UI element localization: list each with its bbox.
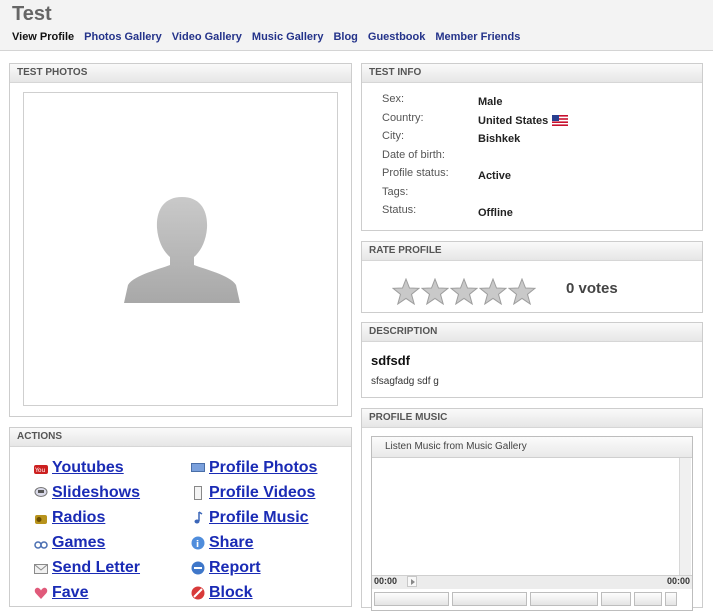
playlist-scrollbar[interactable]: [679, 458, 691, 576]
action-youtubes[interactable]: You Youtubes: [34, 455, 140, 480]
time-elapsed: 00:00: [374, 576, 398, 586]
action-profile-music[interactable]: Profile Music: [191, 505, 317, 530]
svg-text:i: i: [196, 540, 199, 550]
report-icon: [191, 561, 205, 575]
us-flag-icon: [552, 115, 569, 127]
country-value: United States: [478, 114, 549, 127]
nav-member-friends[interactable]: Member Friends: [435, 31, 520, 43]
music-panel: PROFILE MUSIC Listen Music from Music Ga…: [361, 408, 703, 611]
player-control-button[interactable]: [452, 592, 527, 606]
rate-panel: RATE PROFILE 0 votes: [361, 241, 703, 313]
time-total: 00:00: [666, 576, 690, 586]
page-title: Test: [12, 3, 52, 25]
actions-left-column: You Youtubes Slideshows Radios Games Sen…: [34, 455, 140, 605]
action-fave[interactable]: Fave: [34, 580, 140, 605]
star-icon[interactable]: [392, 278, 420, 305]
description-title: sdfsdf: [371, 353, 410, 368]
info-row-country: Country: United States: [382, 112, 569, 131]
rate-heading: RATE PROFILE: [362, 242, 702, 261]
games-icon: [34, 536, 48, 550]
photos-icon: [191, 461, 205, 475]
info-row-profile-status: Profile status: Active: [382, 167, 512, 183]
photos-heading: TEST PHOTOS: [10, 64, 351, 83]
player-progress-bar[interactable]: 00:00 00:00: [372, 575, 692, 589]
info-row-city: City: Bishkek: [382, 130, 521, 146]
avatar-placeholder-icon: [124, 197, 240, 303]
profile-nav: View Profile Photos Gallery Video Galler…: [12, 31, 530, 43]
info-row-tags: Tags:: [382, 185, 409, 198]
music-player: Listen Music from Music Gallery 00:00 00…: [371, 436, 693, 611]
play-icon[interactable]: [407, 576, 417, 587]
action-share[interactable]: i Share: [191, 530, 317, 555]
player-title: Listen Music from Music Gallery: [372, 437, 692, 458]
description-panel: DESCRIPTION sdfsdf sfsagfadg sdf g: [361, 322, 703, 398]
info-table: Sex: Male Country: United States City: B…: [382, 93, 569, 223]
info-heading: TEST INFO: [362, 64, 702, 83]
action-slideshows[interactable]: Slideshows: [34, 480, 140, 505]
actions-panel: ACTIONS You Youtubes Slideshows Radios G…: [9, 427, 352, 607]
action-profile-photos[interactable]: Profile Photos: [191, 455, 317, 480]
star-icon[interactable]: [421, 278, 449, 305]
photo-frame[interactable]: [23, 92, 338, 406]
player-control-button[interactable]: [634, 592, 662, 606]
star-icon[interactable]: [450, 278, 478, 305]
action-profile-videos[interactable]: Profile Videos: [191, 480, 317, 505]
action-block[interactable]: Block: [191, 580, 317, 605]
actions-heading: ACTIONS: [10, 428, 351, 447]
player-control-button[interactable]: [530, 592, 598, 606]
youtube-icon: You: [34, 461, 48, 475]
music-heading: PROFILE MUSIC: [362, 409, 702, 428]
votes-count: 0 votes: [566, 280, 618, 297]
info-panel: TEST INFO Sex: Male Country: United Stat…: [361, 63, 703, 231]
heart-icon: [34, 586, 48, 600]
nav-guestbook[interactable]: Guestbook: [368, 31, 425, 43]
nav-music-gallery[interactable]: Music Gallery: [252, 31, 324, 43]
slideshow-icon: [34, 486, 48, 500]
player-control-button[interactable]: [665, 592, 677, 606]
svg-text:You: You: [34, 467, 46, 474]
music-note-icon: [191, 510, 205, 525]
letter-icon: [34, 561, 48, 575]
rating-stars: [392, 278, 537, 305]
nav-blog[interactable]: Blog: [333, 31, 357, 43]
block-icon: [191, 586, 205, 600]
info-row-status: Status: Offline: [382, 204, 513, 220]
action-send-letter[interactable]: Send Letter: [34, 555, 140, 580]
radio-icon: [34, 511, 48, 525]
player-control-button[interactable]: [601, 592, 631, 606]
share-icon: i: [191, 536, 205, 550]
nav-photos-gallery[interactable]: Photos Gallery: [84, 31, 162, 43]
action-report[interactable]: Report: [191, 555, 317, 580]
video-icon: [191, 485, 205, 500]
action-games[interactable]: Games: [34, 530, 140, 555]
star-icon[interactable]: [479, 278, 507, 305]
star-icon[interactable]: [508, 278, 536, 305]
photos-panel: TEST PHOTOS: [9, 63, 352, 417]
nav-video-gallery[interactable]: Video Gallery: [172, 31, 242, 43]
nav-view-profile[interactable]: View Profile: [12, 31, 74, 43]
player-control-button[interactable]: [374, 592, 449, 606]
description-text: sfsagfadg sdf g: [371, 376, 439, 387]
description-heading: DESCRIPTION: [362, 323, 702, 342]
actions-right-column: Profile Photos Profile Videos Profile Mu…: [191, 455, 317, 605]
info-row-dob: Date of birth:: [382, 148, 445, 161]
info-row-sex: Sex: Male: [382, 93, 503, 109]
page-header: Test View Profile Photos Gallery Video G…: [0, 0, 713, 51]
player-controls: [374, 592, 680, 606]
action-radios[interactable]: Radios: [34, 505, 140, 530]
